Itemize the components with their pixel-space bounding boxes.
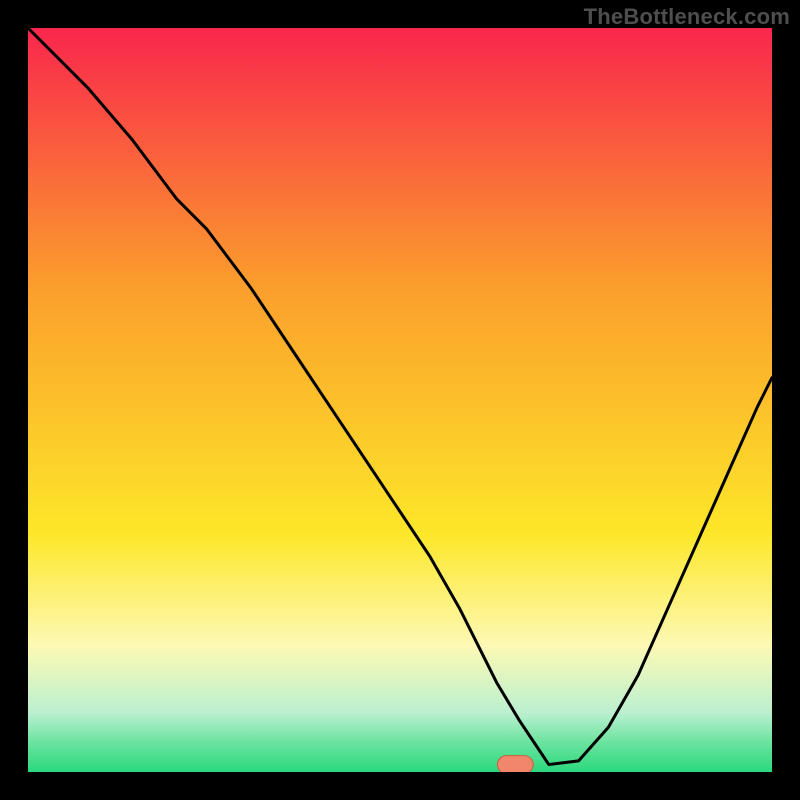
plot-area xyxy=(28,28,772,772)
gradient-background xyxy=(28,28,772,772)
watermark-label: TheBottleneck.com xyxy=(584,4,790,30)
chart-frame: TheBottleneck.com xyxy=(0,0,800,800)
optimum-marker xyxy=(497,756,533,772)
chart-svg xyxy=(28,28,772,772)
